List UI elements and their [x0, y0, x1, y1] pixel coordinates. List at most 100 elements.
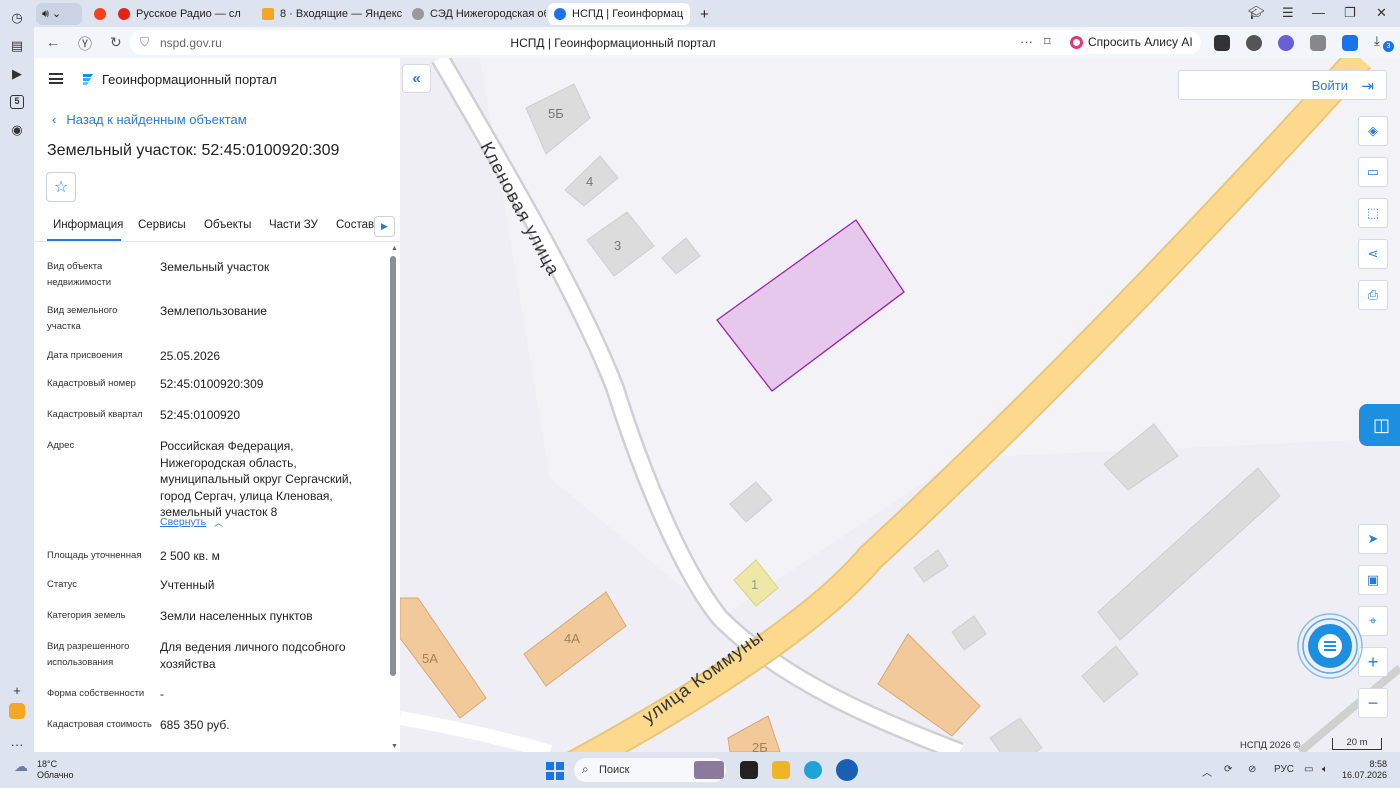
favorite-button[interactable]: ☆ — [46, 172, 76, 202]
map-area — [480, 58, 1400, 618]
sidebar-item-5[interactable]: 5 — [7, 92, 27, 112]
yandex-icon — [94, 8, 106, 20]
clock[interactable]: 8:58 16.07.2026 — [1342, 759, 1387, 781]
print-button[interactable]: ⎙ — [1358, 280, 1388, 310]
extension-circle-icon[interactable] — [1278, 35, 1294, 51]
volume-icon[interactable]: 🔈︎ — [1322, 764, 1328, 775]
tab-russkoe-radio[interactable]: Русское Радио — сл — [112, 3, 252, 25]
tray-expand-icon[interactable]: ︿ — [1202, 764, 1212, 779]
share-button[interactable]: ⋖ — [1358, 239, 1388, 269]
page-title: Земельный участок: 52:45:0100920:309 — [47, 142, 340, 159]
mail-app-icon[interactable] — [9, 703, 25, 719]
close-window-icon[interactable]: ✕ — [1376, 5, 1387, 21]
minimap-button[interactable]: ▣ — [1358, 565, 1388, 595]
weather-widget[interactable]: ☁ 18°C Облачно — [14, 759, 73, 781]
tab-yandex-mail[interactable]: 8 · Входящие — Яндекс П — [256, 3, 404, 25]
building — [1097, 467, 1281, 641]
tab-nspd[interactable]: НСПД | Геоинформац✕ — [548, 3, 690, 25]
mail-icon — [262, 8, 274, 20]
chevron-left-icon: ‹ — [52, 112, 57, 127]
url-field[interactable]: ⛉ nspd.gov.ru НСПД | Геоинформационный п… — [130, 30, 1096, 55]
screen: ◷ ▤ ▶ 5 ◉ + ··· 🔊︎ ⌄ Русское Радио — сл … — [0, 0, 1400, 788]
yandex-browser-icon[interactable] — [836, 759, 858, 781]
file-explorer-icon[interactable] — [772, 761, 790, 779]
building — [1081, 645, 1139, 703]
start-button[interactable] — [546, 762, 564, 780]
back-to-results-link[interactable]: ‹ Назад к найденным объектам — [52, 112, 247, 127]
network-off-icon[interactable]: ⊘ — [1248, 764, 1256, 775]
yandex-button-icon[interactable]: Ⓨ — [78, 34, 92, 54]
sound-tab-control[interactable]: 🔊︎ ⌄ — [36, 3, 82, 25]
tab-strip: 🔊︎ ⌄ Русское Радио — сл 8 · Входящие — Я… — [34, 0, 1400, 27]
tabs-menu-icon[interactable]: ☰ — [1282, 5, 1294, 21]
graduation-icon[interactable]: 🎓︎ — [1248, 5, 1265, 21]
layers-icon: ◈ — [1368, 123, 1378, 138]
language-indicator[interactable]: РУС — [1274, 764, 1294, 775]
scroll-up-arrow[interactable]: ▲ — [391, 245, 398, 252]
alice-icon — [1070, 36, 1083, 49]
double-chevron-left-icon: « — [412, 70, 421, 87]
extension-hat-icon[interactable] — [1246, 35, 1262, 51]
map-view[interactable]: 5Б 4 3 1 5А 4А 2Б Кленовая улица улица К… — [400, 58, 1400, 752]
extension-shield-icon[interactable] — [1342, 35, 1358, 51]
house-label: 4А — [564, 631, 580, 646]
extension-tools-icon[interactable] — [1214, 35, 1230, 51]
taskbar-search[interactable]: ⌕ Поиск — [574, 758, 726, 782]
area-search-button[interactable]: ⬚ — [1358, 198, 1388, 228]
cloud-icon: ☁ — [14, 758, 28, 774]
house-label: 5А — [422, 651, 438, 666]
assistant-button[interactable]: ◫ — [1359, 404, 1400, 446]
bookmark-icon[interactable]: ⌑ — [1044, 34, 1051, 50]
display-icon[interactable]: ▭ — [1304, 764, 1313, 775]
tab-services[interactable]: Сервисы — [138, 219, 186, 231]
ask-alice-button[interactable]: Спросить Алису AI — [1064, 31, 1201, 54]
scroll-down-arrow[interactable]: ▼ — [391, 743, 398, 750]
edge-icon[interactable] — [804, 761, 822, 779]
ruler-icon: ▭ — [1366, 164, 1380, 179]
map-canvas[interactable]: 5Б 4 3 1 5А 4А 2Б Кленовая улица улица К… — [400, 58, 1400, 752]
history-icon[interactable]: ◷ — [7, 8, 27, 28]
tab-parts[interactable]: Части ЗУ — [269, 219, 318, 231]
tabs-scroll-right-button[interactable]: ▶ — [374, 216, 395, 237]
chat-button[interactable] — [1296, 612, 1364, 680]
close-tab-icon[interactable]: ✕ — [683, 7, 690, 21]
plus-icon: + — [1367, 651, 1379, 672]
portal-title: Геоинформационный портал — [102, 72, 277, 87]
map-scale: 20 m — [1332, 738, 1382, 750]
share-icon: ⋖ — [1367, 246, 1379, 261]
minus-icon: − — [1367, 692, 1379, 713]
collapse-panel-button[interactable]: « — [402, 64, 431, 93]
restore-icon[interactable]: ❐ — [1344, 5, 1356, 21]
menu-icon[interactable] — [49, 73, 63, 84]
sync-icon[interactable]: ⟳ — [1224, 764, 1232, 775]
back-arrow-icon[interactable]: ← — [46, 34, 60, 50]
more-dots-icon[interactable]: ··· — [1020, 34, 1033, 49]
task-view-icon[interactable] — [740, 761, 758, 779]
video-icon[interactable]: ▶ — [7, 64, 27, 84]
tab-sed[interactable]: СЭД Нижегородская обл — [406, 3, 546, 25]
new-tab-button[interactable]: + — [694, 3, 716, 25]
collapse-address-link[interactable]: Свернуть — [160, 516, 206, 528]
layers-button[interactable]: ◈ — [1358, 116, 1388, 146]
reload-icon[interactable]: ↻ — [110, 34, 122, 51]
tab-information[interactable]: Информация — [53, 219, 123, 231]
info-tabs: Информация Сервисы Объекты Части ЗУ Сост… — [34, 210, 400, 242]
chevron-up-icon[interactable]: ︿ — [214, 516, 223, 529]
login-button[interactable]: Войти ⇥ — [1178, 70, 1387, 100]
measure-button[interactable]: ▭ — [1358, 157, 1388, 187]
minimize-icon[interactable]: — — [1312, 5, 1325, 20]
extensions-icon[interactable] — [1310, 35, 1326, 51]
tab-objects[interactable]: Объекты — [204, 219, 251, 231]
tab-composition[interactable]: Состав — [336, 219, 374, 231]
document-icon — [412, 8, 424, 20]
geolocation-button[interactable]: ➤ — [1358, 524, 1388, 554]
scrollbar-thumb[interactable] — [390, 256, 396, 676]
yandex-tab[interactable] — [88, 3, 110, 25]
zoom-out-button[interactable]: − — [1358, 688, 1388, 718]
collections-icon[interactable]: ▤ — [7, 36, 27, 56]
building — [913, 549, 949, 583]
more-icon[interactable]: ··· — [7, 734, 27, 754]
add-icon[interactable]: + — [7, 680, 27, 700]
download-icon[interactable]: ⤓ 3 — [1374, 33, 1394, 52]
screenshot-icon[interactable]: ◉ — [7, 120, 27, 140]
